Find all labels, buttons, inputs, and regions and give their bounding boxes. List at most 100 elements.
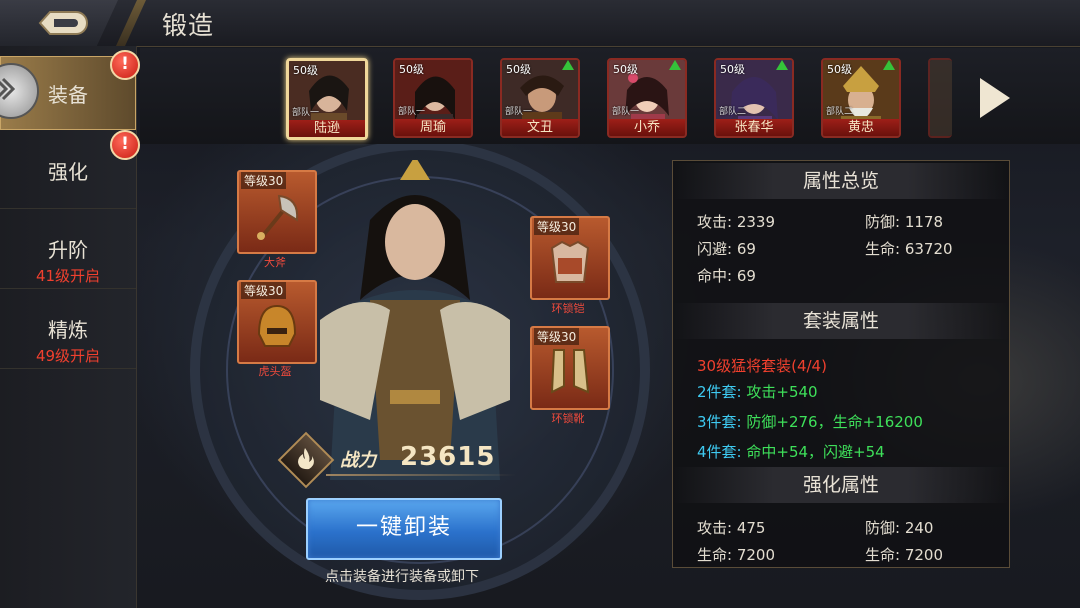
stat-hp: 生命: 63720 <box>865 238 953 259</box>
nav-item-unlock-note: 49级开启 <box>35 347 101 365</box>
hero-team: 部队一 <box>505 107 533 117</box>
hero-level: 50级 <box>720 63 745 76</box>
stat-label: 生命: <box>697 546 733 564</box>
hero-name: 小乔 <box>609 119 685 136</box>
equip-slot-armor[interactable]: 等级30 <box>530 216 610 300</box>
power-label: 战力 <box>340 450 376 471</box>
stat-label: 命中: <box>697 267 733 285</box>
upgrade-arrow-icon <box>883 60 895 70</box>
stat-label: 防御: <box>865 519 901 537</box>
equip-level: 等级30 <box>534 218 580 235</box>
nav-item-advance[interactable]: 升阶 41级开启 <box>0 210 136 289</box>
stat-value: 69 <box>736 267 756 285</box>
back-button[interactable] <box>0 0 118 46</box>
set-bonus-label: 4件套: <box>697 443 742 461</box>
stat-defense: 防御: 1178 <box>865 211 943 232</box>
nav-item-refine[interactable]: 精炼 49级开启 <box>0 290 136 369</box>
upgrade-arrow-icon <box>562 60 574 70</box>
stat-label: 生命: <box>865 546 901 564</box>
upgrade-arrow-icon <box>669 60 681 70</box>
stat-attack: 攻击: 2339 <box>697 211 775 232</box>
hero-card[interactable]: 50级 部队二 黄忠 <box>821 58 901 138</box>
set-bonus-label: 2件套: <box>697 383 742 401</box>
stat-hit: 命中: 69 <box>697 265 756 286</box>
stat-label: 防御: <box>865 213 901 231</box>
section-title-overview: 属性总览 <box>673 163 1009 199</box>
stat-value: 2339 <box>736 213 776 231</box>
stat-label: 攻击: <box>697 519 733 537</box>
title-divider <box>116 0 146 46</box>
hero-card[interactable]: 50级 部队一 陆逊 <box>286 58 368 140</box>
left-nav: 装备 ! 强化 ! 升阶 41级开启 精炼 49级开启 <box>0 46 140 608</box>
top-bar: 锻造 <box>0 0 1080 47</box>
equip-hint: 点击装备进行装备或卸下 <box>325 569 479 585</box>
hero-name: 黄忠 <box>823 119 899 136</box>
hero-level: 50级 <box>506 63 531 76</box>
set-bonus-value: 攻击+540 <box>746 383 818 401</box>
next-arrow-icon[interactable] <box>980 78 1010 118</box>
nav-item-label: 精炼 <box>48 318 88 342</box>
set-bonus-3: 3件套: 防御+276，生命+16200 <box>697 411 923 432</box>
section-title-set: 套装属性 <box>673 303 1009 339</box>
axe-icon <box>257 194 299 240</box>
stat-value: 7200 <box>904 546 944 564</box>
stat-value: 240 <box>904 519 934 537</box>
set-bonus-2: 2件套: 攻击+540 <box>697 381 818 402</box>
set-bonus-value: 防御+276，生命+16200 <box>746 413 923 431</box>
flame-glyph <box>298 448 314 470</box>
equip-slot-boots[interactable]: 等级30 <box>530 326 610 410</box>
hero-level: 50级 <box>399 63 424 76</box>
enhance-defense: 防御: 240 <box>865 517 933 538</box>
double-chevron-icon <box>0 77 15 101</box>
hero-level: 50级 <box>827 63 852 76</box>
hero-team: 部队二 <box>719 107 747 117</box>
hero-card-partial[interactable] <box>928 58 952 138</box>
set-bonus-value: 命中+54，闪避+54 <box>746 443 885 461</box>
hero-name: 周瑜 <box>395 119 471 136</box>
alert-badge: ! <box>110 50 140 80</box>
hero-name: 陆逊 <box>289 120 365 137</box>
section-title-enhance: 强化属性 <box>673 467 1009 503</box>
hero-team: 部队一 <box>292 108 320 118</box>
power-underline <box>326 474 516 476</box>
equip-name: 环锁靴 <box>551 412 585 425</box>
hero-card[interactable]: 50级 部队一 文丑 <box>500 58 580 138</box>
enhance-hp: 生命: 7200 <box>865 544 943 565</box>
nav-item-label: 升阶 <box>48 238 88 262</box>
hero-level: 50级 <box>613 63 638 76</box>
stat-value: 475 <box>736 519 766 537</box>
hero-team: 部队一 <box>612 107 640 117</box>
hero-character-art <box>320 160 510 480</box>
hero-carousel: 50级 部队一 陆逊 50级 部队一 周瑜 50级 部队一 文丑 50级 部队一… <box>140 48 1080 144</box>
hero-name: 张春华 <box>716 119 792 136</box>
set-bonus-4: 4件套: 命中+54，闪避+54 <box>697 441 885 462</box>
equip-level: 等级30 <box>241 172 287 189</box>
stat-label: 生命: <box>865 240 901 258</box>
stat-dodge: 闪避: 69 <box>697 238 756 259</box>
hero-card[interactable]: 50级 部队一 小乔 <box>607 58 687 138</box>
enhance-attack: 攻击: 475 <box>697 517 765 538</box>
stat-label: 闪避: <box>697 240 733 258</box>
stat-value: 63720 <box>904 240 953 258</box>
boots-icon <box>550 349 590 394</box>
hero-team: 部队二 <box>826 107 854 117</box>
hero-level: 50级 <box>293 64 318 77</box>
set-name: 30级猛将套装(4/4) <box>697 357 827 375</box>
page-title: 锻造 <box>162 11 215 40</box>
equip-level: 等级30 <box>534 328 580 345</box>
equip-level: 等级30 <box>241 282 287 299</box>
combat-power: 战力 23615 <box>277 431 516 489</box>
stats-panel: 属性总览 攻击: 2339 防御: 1178 闪避: 69 生命: 63720 … <box>672 160 1010 568</box>
upgrade-arrow-icon <box>776 60 788 70</box>
hero-card[interactable]: 50级 部队二 张春华 <box>714 58 794 138</box>
hero-team: 部队一 <box>398 107 426 117</box>
set-bonus-label: 3件套: <box>697 413 742 431</box>
nav-item-unlock-note: 41级开启 <box>35 267 101 285</box>
stat-label: 攻击: <box>697 213 733 231</box>
equip-name: 环锁铠 <box>551 302 585 315</box>
alert-badge: ! <box>110 130 140 160</box>
stat-value: 1178 <box>904 213 944 231</box>
one-key-unequip-button[interactable]: 一键卸装 <box>306 498 502 560</box>
hero-card[interactable]: 50级 部队一 周瑜 <box>393 58 473 138</box>
hero-name: 文丑 <box>502 119 578 136</box>
